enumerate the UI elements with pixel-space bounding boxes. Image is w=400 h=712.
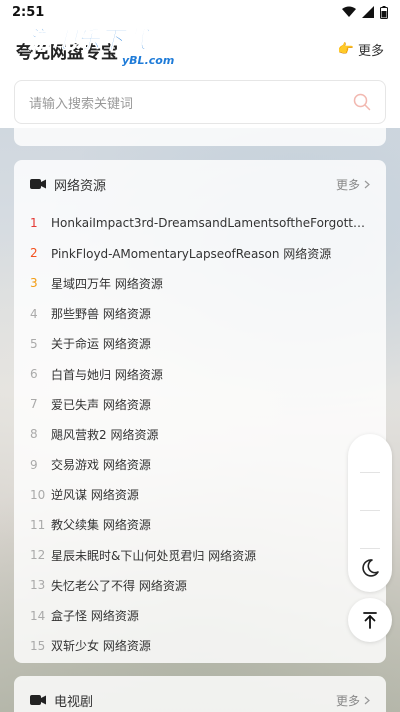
rank-number: 12	[30, 548, 46, 563]
watermark-main: 游吧乐下载	[28, 26, 152, 54]
toolbar-divider	[360, 472, 380, 473]
list-item[interactable]: 9 交易游戏 网络资源	[30, 450, 370, 480]
rank-number: 15	[30, 638, 46, 653]
arrow-up-to-line-icon	[363, 612, 377, 629]
toolbar-divider	[360, 548, 380, 549]
item-title: 双斩少女 网络资源	[51, 639, 151, 654]
floating-toolbar	[348, 434, 392, 592]
watermark-logo: 游吧乐下载 yBL.com	[28, 26, 175, 67]
card-title: 电视剧	[54, 694, 94, 710]
item-title: 交易游戏 网络资源	[51, 458, 151, 473]
card-more-label: 更多	[335, 177, 360, 192]
card-more-button[interactable]: 更多	[336, 692, 370, 709]
moon-icon[interactable]	[358, 556, 382, 580]
list-item[interactable]: 4 那些野兽 网络资源	[30, 299, 370, 329]
item-title: 失忆老公了不得 网络资源	[51, 578, 187, 593]
item-title: PinkFloyd-AMomentaryLapseofReason 网络资源	[51, 246, 332, 261]
video-camera-icon	[30, 695, 46, 705]
header-more-button[interactable]: 👉 更多	[338, 40, 384, 59]
card-header: 网络资源 更多	[14, 160, 386, 208]
rank-number: 3	[30, 276, 38, 291]
rank-number: 4	[30, 306, 38, 321]
list-item[interactable]: 10 逆风谋 网络资源	[30, 480, 370, 510]
rank-number: 5	[30, 336, 38, 351]
search-icon[interactable]	[353, 93, 371, 111]
item-title: 爱已失声 网络资源	[51, 397, 151, 412]
rank-number: 7	[30, 397, 38, 412]
rank-number: 13	[30, 578, 46, 593]
rank-number: 11	[30, 517, 46, 532]
chevron-right-icon	[364, 696, 370, 704]
list-item[interactable]: 15 双斩少女 网络资源	[30, 631, 370, 661]
rank-number: 14	[30, 608, 46, 623]
item-title: 逆风谋 网络资源	[51, 488, 139, 503]
list-item[interactable]: 6 白首与她归 网络资源	[30, 359, 370, 389]
list-item[interactable]: 8 飓风营救2 网络资源	[30, 419, 370, 449]
rank-number: 10	[30, 487, 46, 502]
tv-series-card: 电视剧 更多	[14, 676, 386, 712]
search-placeholder: 请输入搜索关键词	[29, 96, 134, 112]
watermark-sub: yBL.com	[122, 54, 174, 67]
item-title: 飓风营救2 网络资源	[51, 427, 159, 442]
status-icons	[342, 5, 388, 19]
list-item[interactable]: 3 星域四万年 网络资源	[30, 268, 370, 298]
resource-list: 1 HonkaiImpact3rd-DreamsandLamentsoftheFo…	[14, 208, 386, 661]
list-item[interactable]: 13 失忆老公了不得 网络资源	[30, 570, 370, 600]
list-item[interactable]: 2 PinkFloyd-AMomentaryLapseofReason 网络资源	[30, 238, 370, 268]
rank-number: 2	[30, 246, 38, 261]
rank-number: 9	[30, 457, 38, 472]
list-item[interactable]: 12 星辰未眠时&下山何处觅君归 网络资源	[30, 540, 370, 570]
wifi-icon	[342, 6, 356, 17]
app-header: 夸克网盘专宝 游吧乐下载 yBL.com 👉 更多 请输入搜索关键词	[0, 24, 400, 128]
item-title: HonkaiImpact3rd-DreamsandLamentsoftheFor…	[51, 216, 370, 231]
item-title: 教父续集 网络资源	[51, 518, 151, 533]
card-title: 网络资源	[54, 178, 107, 194]
header-more-label: 更多	[357, 44, 384, 59]
item-title: 白首与她归 网络资源	[51, 367, 163, 382]
status-time: 2:51	[12, 4, 45, 20]
list-item[interactable]: 11 教父续集 网络资源	[30, 510, 370, 540]
toolbar-divider	[360, 510, 380, 511]
pointing-hand-icon: 👉	[337, 42, 354, 57]
list-item[interactable]: 7 爱已失声 网络资源	[30, 389, 370, 419]
chevron-right-icon	[364, 180, 370, 188]
status-bar: 2:51	[0, 0, 400, 24]
item-title: 关于命运 网络资源	[51, 337, 151, 352]
list-item[interactable]: 5 关于命运 网络资源	[30, 329, 370, 359]
item-title: 星域四万年 网络资源	[51, 276, 163, 291]
item-title: 盒子怪 网络资源	[51, 609, 139, 624]
list-item[interactable]: 14 盒子怪 网络资源	[30, 600, 370, 630]
card-header: 电视剧 更多	[14, 676, 386, 712]
rank-number: 1	[30, 216, 38, 231]
rank-number: 6	[30, 367, 38, 382]
card-more-label: 更多	[335, 693, 360, 708]
video-camera-icon	[30, 179, 46, 189]
list-item[interactable]: 1 HonkaiImpact3rd-DreamsandLamentsoftheFo…	[30, 208, 370, 238]
item-title: 星辰未眠时&下山何处觅君归 网络资源	[51, 548, 257, 563]
rank-number: 8	[30, 427, 38, 442]
signal-icon	[362, 6, 374, 18]
battery-icon	[380, 5, 388, 19]
previous-card-bottom	[14, 128, 386, 146]
item-title: 那些野兽 网络资源	[51, 307, 151, 322]
back-to-top-button[interactable]	[348, 598, 392, 642]
search-input[interactable]: 请输入搜索关键词	[14, 80, 386, 124]
network-resources-card: 网络资源 更多 1 HonkaiImpact3rd-DreamsandLament…	[14, 160, 386, 663]
card-more-button[interactable]: 更多	[336, 176, 370, 193]
